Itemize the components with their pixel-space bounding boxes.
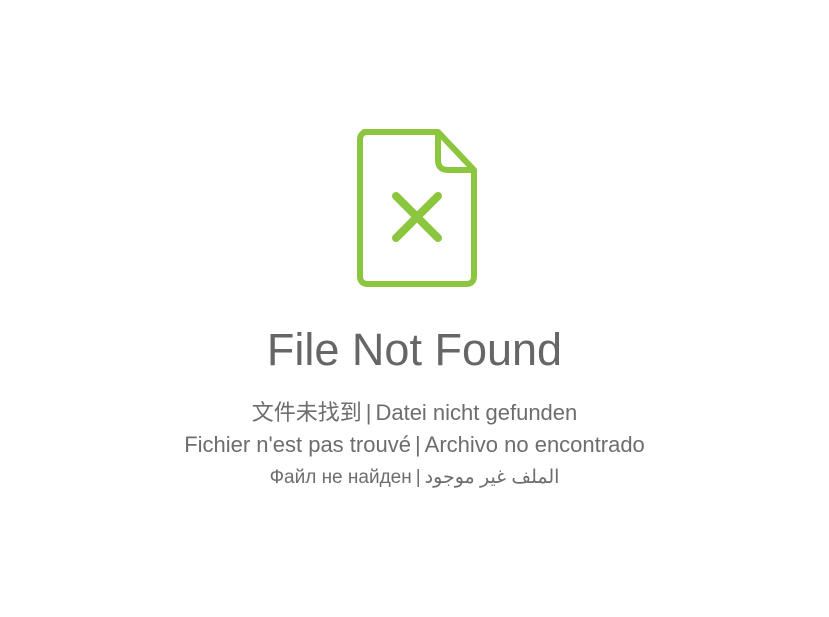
translation-line-1: 文件未找到 | Datei nicht gefunden xyxy=(0,398,829,428)
separator: | xyxy=(365,400,372,425)
page-title: File Not Found xyxy=(266,324,563,375)
translation-ar: الملف غير موجود xyxy=(424,467,560,488)
separator: | xyxy=(415,467,421,488)
error-page: File Not Found 文件未找到 | Datei nicht gefunde… xyxy=(0,0,829,617)
file-outline xyxy=(357,129,477,287)
translation-line-3: Файл не найден | الملف غير موجود xyxy=(0,465,829,491)
translation-fr: Fichier n'est pas trouvé xyxy=(184,432,411,457)
translation-zh: 文件未找到 xyxy=(251,400,362,425)
translation-es: Archivo no encontrado xyxy=(424,432,645,457)
file-not-found-icon xyxy=(357,129,477,287)
translation-ru: Файл не найден xyxy=(269,467,412,488)
separator: | xyxy=(414,432,421,457)
translation-line-2: Fichier n'est pas trouvé | Archivo no enco… xyxy=(0,430,829,460)
translation-de: Datei nicht gefunden xyxy=(375,400,578,425)
